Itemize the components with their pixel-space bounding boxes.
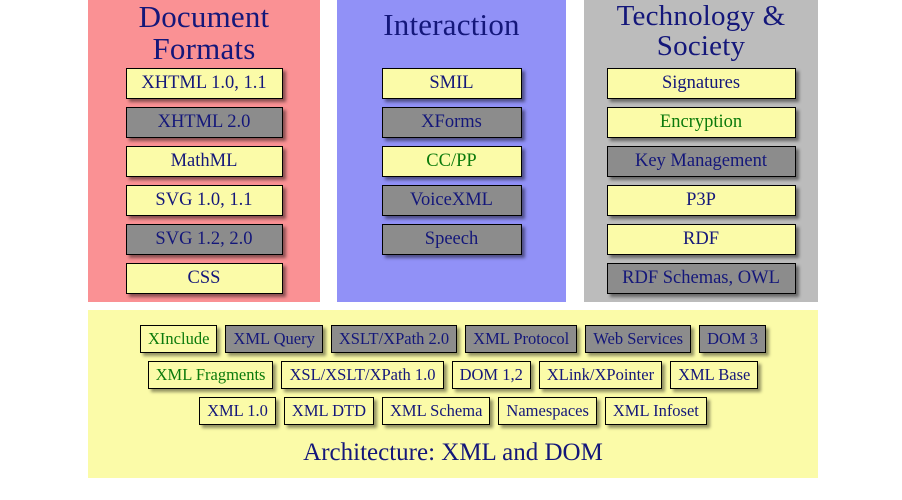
column-items-document-formats: XHTML 1.0, 1.1 XHTML 2.0 MathML SVG 1.0,… xyxy=(88,68,320,302)
column-title-document-formats: Document Formats xyxy=(138,0,270,67)
column-technology-and-society: Technology & Society Signatures Encrypti… xyxy=(584,0,818,302)
tech-box-dom-3[interactable]: DOM 3 xyxy=(699,325,766,353)
tech-box-key-management[interactable]: Key Management xyxy=(606,146,796,177)
column-interaction: Interaction SMIL XForms CC/PP VoiceXML S… xyxy=(337,0,566,302)
bottom-row-1: XInclude XML Query XSLT/XPath 2.0 XML Pr… xyxy=(88,325,818,353)
bottom-cropped-sliver xyxy=(88,478,818,500)
tech-box-ccpp[interactable]: CC/PP xyxy=(381,146,522,177)
bottom-row-3: XML 1.0 XML DTD XML Schema Namespaces XM… xyxy=(88,397,818,425)
tech-box-svg-2[interactable]: SVG 1.2, 2.0 xyxy=(125,224,283,255)
tech-box-speech[interactable]: Speech xyxy=(381,224,522,255)
tech-box-xhtml-2[interactable]: XHTML 2.0 xyxy=(125,107,283,138)
bottom-panel-caption: Architecture: XML and DOM xyxy=(303,439,603,466)
tech-box-web-services[interactable]: Web Services xyxy=(585,325,692,353)
tech-box-signatures[interactable]: Signatures xyxy=(606,68,796,99)
column-items-interaction: SMIL XForms CC/PP VoiceXML Speech xyxy=(337,68,566,263)
tech-box-dom-1-2[interactable]: DOM 1,2 xyxy=(451,361,531,389)
tech-box-xml-dtd[interactable]: XML DTD xyxy=(283,397,374,425)
tech-box-xml-fragments[interactable]: XML Fragments xyxy=(147,361,274,389)
tech-box-xml-base[interactable]: XML Base xyxy=(670,361,759,389)
tech-box-xml-infoset[interactable]: XML Infoset xyxy=(604,397,707,425)
tech-box-smil[interactable]: SMIL xyxy=(381,68,522,99)
tech-box-xml-protocol[interactable]: XML Protocol xyxy=(465,325,578,353)
tech-box-xml-schema[interactable]: XML Schema xyxy=(382,397,491,425)
column-title-technology-and-society: Technology & Society xyxy=(616,0,786,63)
tech-box-p3p[interactable]: P3P xyxy=(606,185,796,216)
tech-box-xsl-xslt-xpath-1[interactable]: XSL/XSLT/XPath 1.0 xyxy=(281,361,444,389)
tech-box-xhtml-1[interactable]: XHTML 1.0, 1.1 xyxy=(125,68,283,99)
tech-box-css[interactable]: CSS xyxy=(125,263,283,294)
tech-box-xslt-xpath-2[interactable]: XSLT/XPath 2.0 xyxy=(330,325,458,353)
tech-box-rdf-schemas-owl[interactable]: RDF Schemas, OWL xyxy=(606,263,796,294)
w3c-architecture-diagram: Document Formats XHTML 1.0, 1.1 XHTML 2.… xyxy=(0,0,902,500)
column-items-technology-and-society: Signatures Encryption Key Management P3P… xyxy=(584,68,818,302)
tech-box-xforms[interactable]: XForms xyxy=(381,107,522,138)
tech-box-xml-query[interactable]: XML Query xyxy=(225,325,323,353)
tech-box-namespaces[interactable]: Namespaces xyxy=(498,397,597,425)
tech-box-voicexml[interactable]: VoiceXML xyxy=(381,185,522,216)
column-document-formats: Document Formats XHTML 1.0, 1.1 XHTML 2.… xyxy=(88,0,320,302)
bottom-row-2: XML Fragments XSL/XSLT/XPath 1.0 DOM 1,2… xyxy=(88,361,818,389)
tech-box-mathml[interactable]: MathML xyxy=(125,146,283,177)
tech-box-xml-1-0[interactable]: XML 1.0 xyxy=(199,397,276,425)
column-title-interaction: Interaction xyxy=(383,7,520,42)
tech-box-encryption[interactable]: Encryption xyxy=(606,107,796,138)
tech-box-rdf[interactable]: RDF xyxy=(606,224,796,255)
tech-box-xinclude[interactable]: XInclude xyxy=(140,325,218,353)
bottom-panel-xml-and-dom: XInclude XML Query XSLT/XPath 2.0 XML Pr… xyxy=(88,310,818,478)
tech-box-svg-1[interactable]: SVG 1.0, 1.1 xyxy=(125,185,283,216)
tech-box-xlink-xpointer[interactable]: XLink/XPointer xyxy=(538,361,663,389)
